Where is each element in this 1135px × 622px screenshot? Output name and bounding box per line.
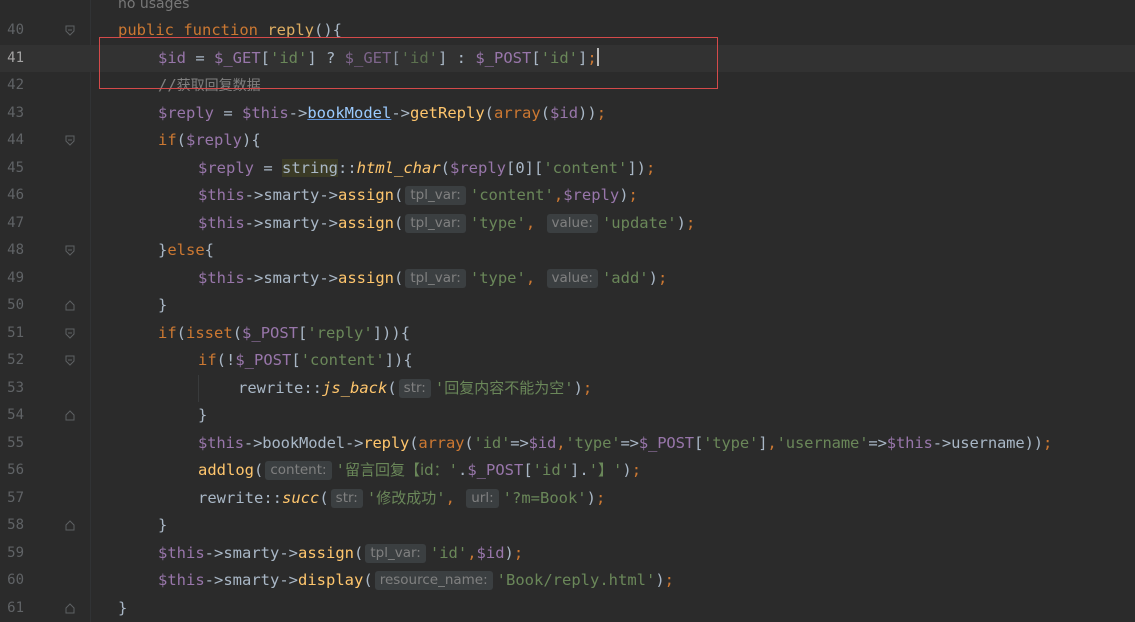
code-line-46[interactable]: 46 $this->smarty->assign(tpl_var:'conten… [0,182,1135,210]
fold-open-icon[interactable] [65,355,75,366]
code-text[interactable]: rewrite::succ(str: '修改成功', url: '?m=Book')… [198,485,605,513]
code-line-54[interactable]: 54 } [0,402,1135,430]
param-hint-tpl-var: tpl_var: [405,186,466,205]
code-editor[interactable]: no usages 40 public function reply(){ 41… [0,0,1135,622]
code-line-58[interactable]: 58 } [0,512,1135,540]
code-line-60[interactable]: 60 $this->smarty->display(resource_name:… [0,567,1135,595]
code-text[interactable]: if(!$_POST['content']){ [198,347,413,375]
param-hint-value: value: [546,213,598,233]
fold-open-icon[interactable] [65,328,75,339]
line-number[interactable]: 45 [0,155,24,183]
code-line-48[interactable]: 48 }else{ [0,237,1135,265]
code-line-47[interactable]: 47 $this->smarty->assign(tpl_var:'type',… [0,210,1135,238]
code-line-41[interactable]: 41 $id = $_GET['id'] ? $_GET['id'] : $_P… [0,44,1135,73]
line-number[interactable]: 58 [0,512,24,540]
code-line-44[interactable]: 44 if($reply){ [0,127,1135,155]
fold-open-icon[interactable] [65,25,75,36]
line-number[interactable]: 59 [0,540,24,568]
fold-close-icon[interactable] [65,602,75,614]
param-hint-str: str: [330,488,363,508]
code-text[interactable]: $reply = string::html_char($reply[0]['co… [198,155,655,183]
usages-inlay-hint[interactable]: no usages [118,0,189,16]
line-number[interactable]: 61 [0,595,24,622]
code-text[interactable]: addlog(content: '留言回复【id：'.$_POST['id'].'… [198,457,641,485]
code-line-59[interactable]: 59 $this->smarty->assign(tpl_var:'id',$i… [0,540,1135,568]
line-number[interactable]: 57 [0,485,24,513]
code-line-57[interactable]: 57 rewrite::succ(str: '修改成功', url: '?m=Boo… [0,485,1135,513]
line-number[interactable]: 47 [0,210,24,238]
code-text[interactable]: } [158,292,167,320]
line-number[interactable]: 56 [0,457,24,485]
line-number[interactable]: 48 [0,237,24,265]
code-text[interactable]: $this->smarty->assign(tpl_var:'type', va… [198,210,695,238]
line-number[interactable]: 44 [0,127,24,155]
line-number[interactable]: 50 [0,292,24,320]
code-line-56[interactable]: 56 addlog(content: '留言回复【id：'.$_POST['id'… [0,457,1135,485]
code-line-61[interactable]: 61 } [0,595,1135,622]
line-number[interactable]: 53 [0,375,24,403]
code-text[interactable]: } [118,595,127,622]
bookmodel-link[interactable]: bookModel [307,104,391,122]
param-hint-resource-name: resource_name: [374,571,493,590]
code-text[interactable]: } [198,402,207,430]
code-line-49[interactable]: 49 $this->smarty->assign(tpl_var:'type',… [0,265,1135,293]
code-line-51[interactable]: 51 if(isset($_POST['reply'])){ [0,320,1135,348]
code-text[interactable]: rewrite::js_back(str: '回复内容不能为空'); [238,375,592,403]
code-text[interactable]: $this->smarty->assign(tpl_var:'content',… [198,182,638,210]
code-line-52[interactable]: 52 if(!$_POST['content']){ [0,347,1135,375]
code-comment[interactable]: //获取回复数据 [158,72,261,101]
code-text[interactable]: $this->smarty->assign(tpl_var:'type', va… [198,265,667,293]
code-line-43[interactable]: 43 $reply = $this->bookModel->getReply(a… [0,100,1135,128]
line-number[interactable]: 46 [0,182,24,210]
line-number[interactable]: 60 [0,567,24,595]
text-caret [596,47,599,66]
code-text[interactable]: $reply = $this->bookModel->getReply(arra… [158,100,606,128]
code-line-40[interactable]: 40 public function reply(){ [0,17,1135,45]
param-hint-tpl-var: tpl_var: [405,213,466,233]
code-line-42[interactable]: 42 //获取回复数据 [0,72,1135,100]
line-number[interactable]: 52 [0,347,24,375]
code-text[interactable]: $this->smarty->assign(tpl_var:'id',$id); [158,540,523,568]
line-number[interactable]: 51 [0,320,24,348]
line-number[interactable]: 41 [0,45,24,73]
param-hint-tpl-var: tpl_var: [365,543,426,563]
fold-open-icon[interactable] [65,245,75,256]
code-text[interactable]: $id = $_GET['id'] ? $_GET['id'] : $_POST… [158,45,599,73]
code-line-50[interactable]: 50 } [0,292,1135,320]
fold-close-icon[interactable] [65,520,75,531]
fold-close-icon[interactable] [65,410,75,421]
fold-close-icon[interactable] [65,300,75,311]
code-text[interactable]: if(isset($_POST['reply'])){ [158,320,410,348]
code-text[interactable]: }else{ [158,237,214,265]
code-text[interactable]: } [158,512,167,540]
indent-guide [198,374,199,402]
code-line-55[interactable]: 55 $this->bookModel->reply(array('id'=>$… [0,430,1135,458]
code-line-53[interactable]: 53 rewrite::js_back(str: '回复内容不能为空'); [0,374,1135,403]
line-number[interactable]: 55 [0,430,24,458]
param-hint-tpl-var: tpl_var: [405,268,466,288]
param-hint-str: str: [398,378,431,398]
fold-open-icon[interactable] [65,135,75,146]
code-text[interactable]: $this->bookModel->reply(array('id'=>$id,… [198,430,1052,458]
line-number[interactable]: 54 [0,402,24,430]
line-number[interactable]: 42 [0,72,24,100]
param-hint-value: value: [546,268,598,288]
code-line-45[interactable]: 45 $reply = string::html_char($reply[0][… [0,155,1135,183]
line-number[interactable]: 49 [0,265,24,293]
param-hint-url: url: [466,488,499,508]
code-text[interactable]: if($reply){ [158,127,261,155]
code-text[interactable]: $this->smarty->display(resource_name: 'Bo… [158,567,674,595]
param-hint-content: content: [265,461,332,480]
line-number[interactable]: 40 [0,17,24,45]
code-text[interactable]: public function reply(){ [118,17,342,45]
line-number[interactable]: 43 [0,100,24,128]
